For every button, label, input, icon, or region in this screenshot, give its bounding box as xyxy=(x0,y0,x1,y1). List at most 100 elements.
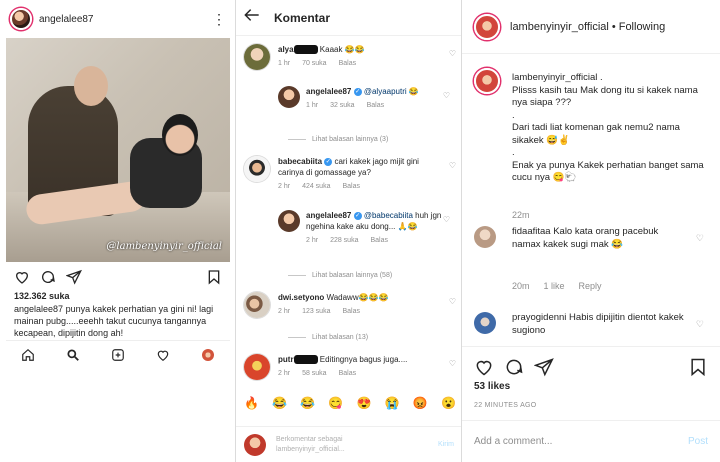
add-comment-input[interactable]: Add a comment... xyxy=(474,436,688,447)
comment-text: Wadaww😂😂😂 xyxy=(324,293,389,302)
comment-heart-icon[interactable]: ♡ xyxy=(696,232,704,245)
reply-button[interactable]: Balas xyxy=(342,308,360,315)
avatar[interactable] xyxy=(474,13,500,40)
emoji-button[interactable]: 😡 xyxy=(413,396,428,410)
comment-icon[interactable] xyxy=(504,357,524,377)
view-more-replies[interactable]: Lihat balasan lainnya (3) xyxy=(288,136,388,143)
more-options-icon[interactable]: ⋮ xyxy=(212,11,226,28)
reply-button[interactable]: Reply xyxy=(579,281,602,291)
post-photo[interactable]: @lambenyinyir_official xyxy=(6,38,230,262)
view-more-replies[interactable]: Lihat balasan (13) xyxy=(288,334,368,341)
comment-heart-icon[interactable]: ♡ xyxy=(449,296,456,307)
post-button[interactable]: Post xyxy=(688,436,708,447)
comment-username[interactable]: angelalee87 xyxy=(306,87,351,96)
avatar[interactable] xyxy=(244,292,270,318)
bookmark-icon[interactable] xyxy=(206,269,222,285)
reply-button[interactable]: Balas xyxy=(342,183,360,190)
comment-mention[interactable]: @babecabiita xyxy=(364,211,413,220)
back-arrow-icon[interactable] xyxy=(244,8,260,27)
caption-username[interactable]: lambenyinyir_official xyxy=(512,72,597,83)
emoji-button[interactable]: 😂 xyxy=(300,396,315,410)
avatar[interactable] xyxy=(278,86,300,108)
comment-heart-icon[interactable]: ♡ xyxy=(449,48,456,59)
comment-meta: 2 hr 58 suka Balas xyxy=(278,368,428,379)
emoji-button[interactable]: 😋 xyxy=(328,396,343,410)
comment-input[interactable]: Berkomentar sebagai lambenyinyir_official… xyxy=(276,435,438,455)
home-icon[interactable] xyxy=(20,347,36,363)
comment-likes[interactable]: 424 suka xyxy=(302,183,330,190)
comment-text: Editingnya bagus juga.... xyxy=(317,355,408,364)
reply-button[interactable]: Balas xyxy=(339,60,357,67)
comment-heart-icon[interactable]: ♡ xyxy=(449,160,456,171)
post-username[interactable]: angelalee87 xyxy=(39,14,212,25)
comment-username[interactable]: prayogidenni xyxy=(512,312,566,323)
likes-count[interactable]: 132.362 suka xyxy=(14,291,70,301)
bookmark-icon[interactable] xyxy=(688,357,708,377)
comment-username[interactable]: angelalee87 xyxy=(306,211,351,220)
emoji-button[interactable]: 🔥 xyxy=(244,396,259,410)
comment-likes[interactable]: 58 suka xyxy=(302,370,327,377)
redaction-mark xyxy=(293,45,318,55)
comment-heart-icon[interactable]: ♡ xyxy=(696,318,704,331)
caption-text: lambenyinyir_official . Plisss kasih tau… xyxy=(512,72,704,183)
emoji-button[interactable]: 😍 xyxy=(357,396,372,410)
comment-likes[interactable]: 123 suka xyxy=(302,308,330,315)
emoji-button[interactable]: 😭 xyxy=(385,396,400,410)
comment-username[interactable]: babecabiita xyxy=(278,157,322,166)
heart-icon[interactable] xyxy=(14,269,30,285)
post-actions xyxy=(14,268,222,286)
comment-username[interactable]: alya xyxy=(278,45,294,54)
profile-avatar-icon[interactable] xyxy=(200,347,216,363)
comment-heart-icon[interactable]: ♡ xyxy=(443,214,450,225)
new-post-icon[interactable] xyxy=(110,347,126,363)
send-button[interactable]: Kirim xyxy=(438,441,454,448)
post-header: angelalee87 ⋮ xyxy=(0,0,235,38)
comment-meta: 20m 1 like Reply xyxy=(512,280,616,293)
comment-mention[interactable]: @alyaaputri xyxy=(364,87,407,96)
caption-username[interactable]: angelalee87 xyxy=(14,304,63,314)
reply-button[interactable]: Balas xyxy=(339,370,357,377)
bottom-nav xyxy=(6,340,230,368)
comment-time[interactable]: 20m xyxy=(512,281,530,291)
reply-button[interactable]: Balas xyxy=(370,237,388,244)
avatar[interactable] xyxy=(244,354,270,380)
heart-icon[interactable] xyxy=(474,357,494,377)
avatar[interactable] xyxy=(10,8,32,30)
avatar[interactable] xyxy=(474,312,496,334)
view-more-replies[interactable]: Lihat balasan lainnya (58) xyxy=(288,272,392,279)
avatar[interactable] xyxy=(278,210,300,232)
comment-username[interactable]: dwi.setyono xyxy=(278,293,324,302)
avatar[interactable] xyxy=(474,68,500,94)
activity-heart-icon[interactable] xyxy=(155,347,171,363)
comment-meta: 1 hr 70 suka Balas xyxy=(278,58,428,69)
comment-heart-icon[interactable]: ♡ xyxy=(449,358,456,369)
post-time[interactable]: 22 MINUTES AGO xyxy=(474,402,537,409)
search-icon[interactable] xyxy=(65,347,81,363)
comment-item: alya Kaaak 😂😂 1 hr 70 suka Balas ♡ xyxy=(244,44,456,74)
emoji-button[interactable]: 😂 xyxy=(272,396,287,410)
avatar[interactable] xyxy=(474,226,496,248)
mobile-post-panel: angelalee87 ⋮ @lambenyinyir_official 132… xyxy=(0,0,236,462)
comment-likes[interactable]: 1 like xyxy=(544,281,565,291)
avatar[interactable] xyxy=(244,156,270,182)
avatar[interactable] xyxy=(244,44,270,70)
comment-username[interactable]: fidaafitaa xyxy=(512,226,551,237)
comment-icon[interactable] xyxy=(40,269,56,285)
likes-count[interactable]: 53 likes xyxy=(474,381,510,392)
caption-time[interactable]: 22m xyxy=(512,209,530,222)
comment-likes[interactable]: 32 suka xyxy=(330,102,355,109)
share-icon[interactable] xyxy=(66,269,82,285)
reply-button[interactable]: Balas xyxy=(367,102,385,109)
following-button[interactable]: Following xyxy=(619,21,665,33)
comment-body: fidaafitaa Kalo kata orang pacebuk namax… xyxy=(512,226,688,251)
page-title: Komentar xyxy=(274,10,331,25)
post-username[interactable]: lambenyinyir_official xyxy=(510,21,609,33)
comment-likes[interactable]: 228 suka xyxy=(330,237,358,244)
comment-input-bar[interactable]: Berkomentar sebagai lambenyinyir_official… xyxy=(236,426,461,462)
share-icon[interactable] xyxy=(534,357,554,377)
emoji-button[interactable]: 😮 xyxy=(441,396,456,410)
comment-username[interactable]: putr xyxy=(278,355,294,364)
comment-heart-icon[interactable]: ♡ xyxy=(443,90,450,101)
comment-likes[interactable]: 70 suka xyxy=(302,60,327,67)
input-placeholder: lambenyinyir_official... xyxy=(276,445,345,453)
